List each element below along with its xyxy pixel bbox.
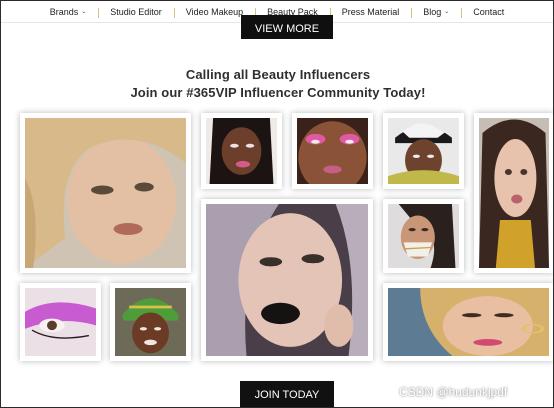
nav-item-brands[interactable]: Brands ⌄	[38, 7, 99, 17]
view-more-button[interactable]: VIEW MORE	[241, 15, 333, 39]
photo-pink-lip-portrait[interactable]	[201, 113, 282, 189]
photo-long-dark-hair[interactable]	[474, 113, 553, 273]
chevron-down-icon: ⌄	[444, 9, 450, 15]
photo-pink-eye-closeup[interactable]	[20, 283, 101, 361]
nav-item-contact[interactable]: Contact	[461, 7, 516, 18]
nav-item-studio-editor[interactable]: Studio Editor	[98, 7, 174, 18]
nav-item-press-material[interactable]: Press Material	[329, 7, 412, 18]
photo-green-headwrap[interactable]	[110, 283, 191, 361]
photo-gold-face-art[interactable]	[383, 199, 464, 273]
headline-line-1: Calling all Beauty Influencers	[185, 67, 371, 82]
photo-black-lipstick[interactable]	[201, 199, 373, 361]
photo-blonde-influencer[interactable]	[20, 113, 191, 273]
join-today-button[interactable]: JOIN TODAY	[240, 381, 334, 407]
page-frame: Brands ⌄ Studio Editor Video Makeup Beaut…	[0, 0, 554, 408]
watermark-text: CSDN @hudunkjpdf	[399, 385, 508, 399]
photo-snapback-cap[interactable]	[383, 113, 464, 189]
chevron-down-icon: ⌄	[81, 9, 87, 15]
headline-line-2: Join our #365VIP Influencer Community To…	[130, 85, 426, 100]
photo-pink-eyeshadow[interactable]	[292, 113, 373, 189]
photo-blonde-closeup[interactable]	[383, 283, 553, 361]
nav-item-blog[interactable]: Blog ⌄	[411, 7, 461, 18]
